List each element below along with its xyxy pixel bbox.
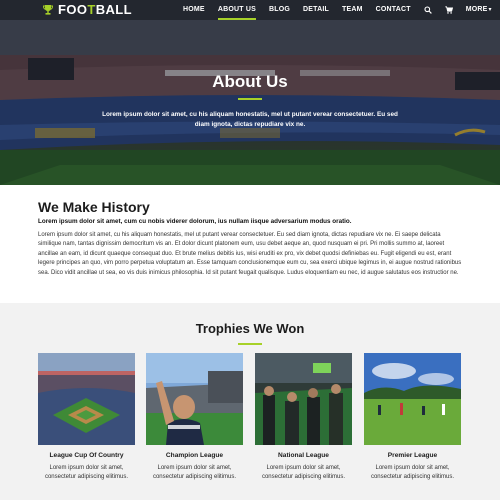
search-icon[interactable] — [424, 6, 432, 14]
brand-logo[interactable]: FOOTBALL — [42, 3, 132, 17]
trophy-card-title[interactable]: Premier League — [364, 452, 461, 459]
trophy-card-text: Lorem ipsum dolor sit amet, consectetur … — [370, 465, 455, 480]
nav-more-label: MORE — [465, 6, 488, 13]
trophy-card-text: Lorem ipsum dolor sit amet, consectetur … — [44, 465, 129, 480]
nav-team[interactable]: TEAM — [342, 0, 363, 20]
brand-name: FOOTBALL — [58, 2, 132, 17]
trophies-heading: Trophies We Won — [195, 321, 305, 336]
trophies-underline — [238, 343, 262, 345]
trophy-card[interactable]: National League Lorem ipsum dolor sit am… — [255, 353, 352, 493]
chevron-down-icon: ▾ — [488, 7, 492, 13]
trophy-card-title[interactable]: League Cup Of Country — [38, 452, 135, 459]
nav-contact[interactable]: CONTACT — [376, 0, 411, 20]
trophy-card-title[interactable]: National League — [255, 452, 352, 459]
trophy-icon — [42, 5, 54, 15]
fan-cheering-image[interactable] — [146, 353, 243, 445]
hero-overlay — [0, 0, 500, 185]
cart-icon[interactable] — [445, 6, 453, 14]
trophy-card[interactable]: League Cup Of Country Lorem ipsum dolor … — [38, 353, 135, 493]
trophies-section: Trophies We Won League Cup Of Country Lo… — [0, 303, 500, 500]
history-lead: Lorem ipsum dolor sit amet, cum cu nobis… — [38, 218, 352, 225]
history-body: Lorem ipsum dolor sit amet, cu his aliqu… — [38, 232, 462, 276]
nav-home[interactable]: HOME — [183, 0, 205, 20]
training-field-image[interactable] — [364, 353, 461, 445]
nav-detail[interactable]: DETAIL — [303, 0, 329, 20]
trophy-card-text: Lorem ipsum dolor sit amet, consectetur … — [152, 465, 237, 480]
history-heading: We Make History — [38, 199, 150, 215]
trophy-card-text: Lorem ipsum dolor sit amet, consectetur … — [261, 465, 346, 480]
baseball-stadium-image[interactable] — [38, 353, 135, 445]
photographers-image[interactable] — [255, 353, 352, 445]
nav-blog[interactable]: BLOG — [269, 0, 290, 20]
trophy-card-title[interactable]: Champion League — [146, 452, 243, 459]
nav-more[interactable]: MORE▾ — [466, 0, 492, 20]
top-navigation: FOOTBALL HOME ABOUT US BLOG DETAIL TEAM … — [0, 0, 500, 20]
hero-banner — [0, 0, 500, 185]
trophy-card[interactable]: Champion League Lorem ipsum dolor sit am… — [146, 353, 243, 493]
hero-description: Lorem ipsum dolor sit amet, cu his aliqu… — [102, 111, 398, 128]
page-title: About Us — [212, 72, 288, 91]
trophy-cards: League Cup Of Country Lorem ipsum dolor … — [38, 353, 462, 493]
trophy-card[interactable]: Premier League Lorem ipsum dolor sit ame… — [364, 353, 461, 493]
main-menu: HOME ABOUT US BLOG DETAIL TEAM CONTACT M… — [183, 0, 500, 20]
history-section: We Make History Lorem ipsum dolor sit am… — [0, 185, 500, 303]
nav-about-us[interactable]: ABOUT US — [217, 0, 257, 20]
title-underline — [238, 98, 262, 100]
